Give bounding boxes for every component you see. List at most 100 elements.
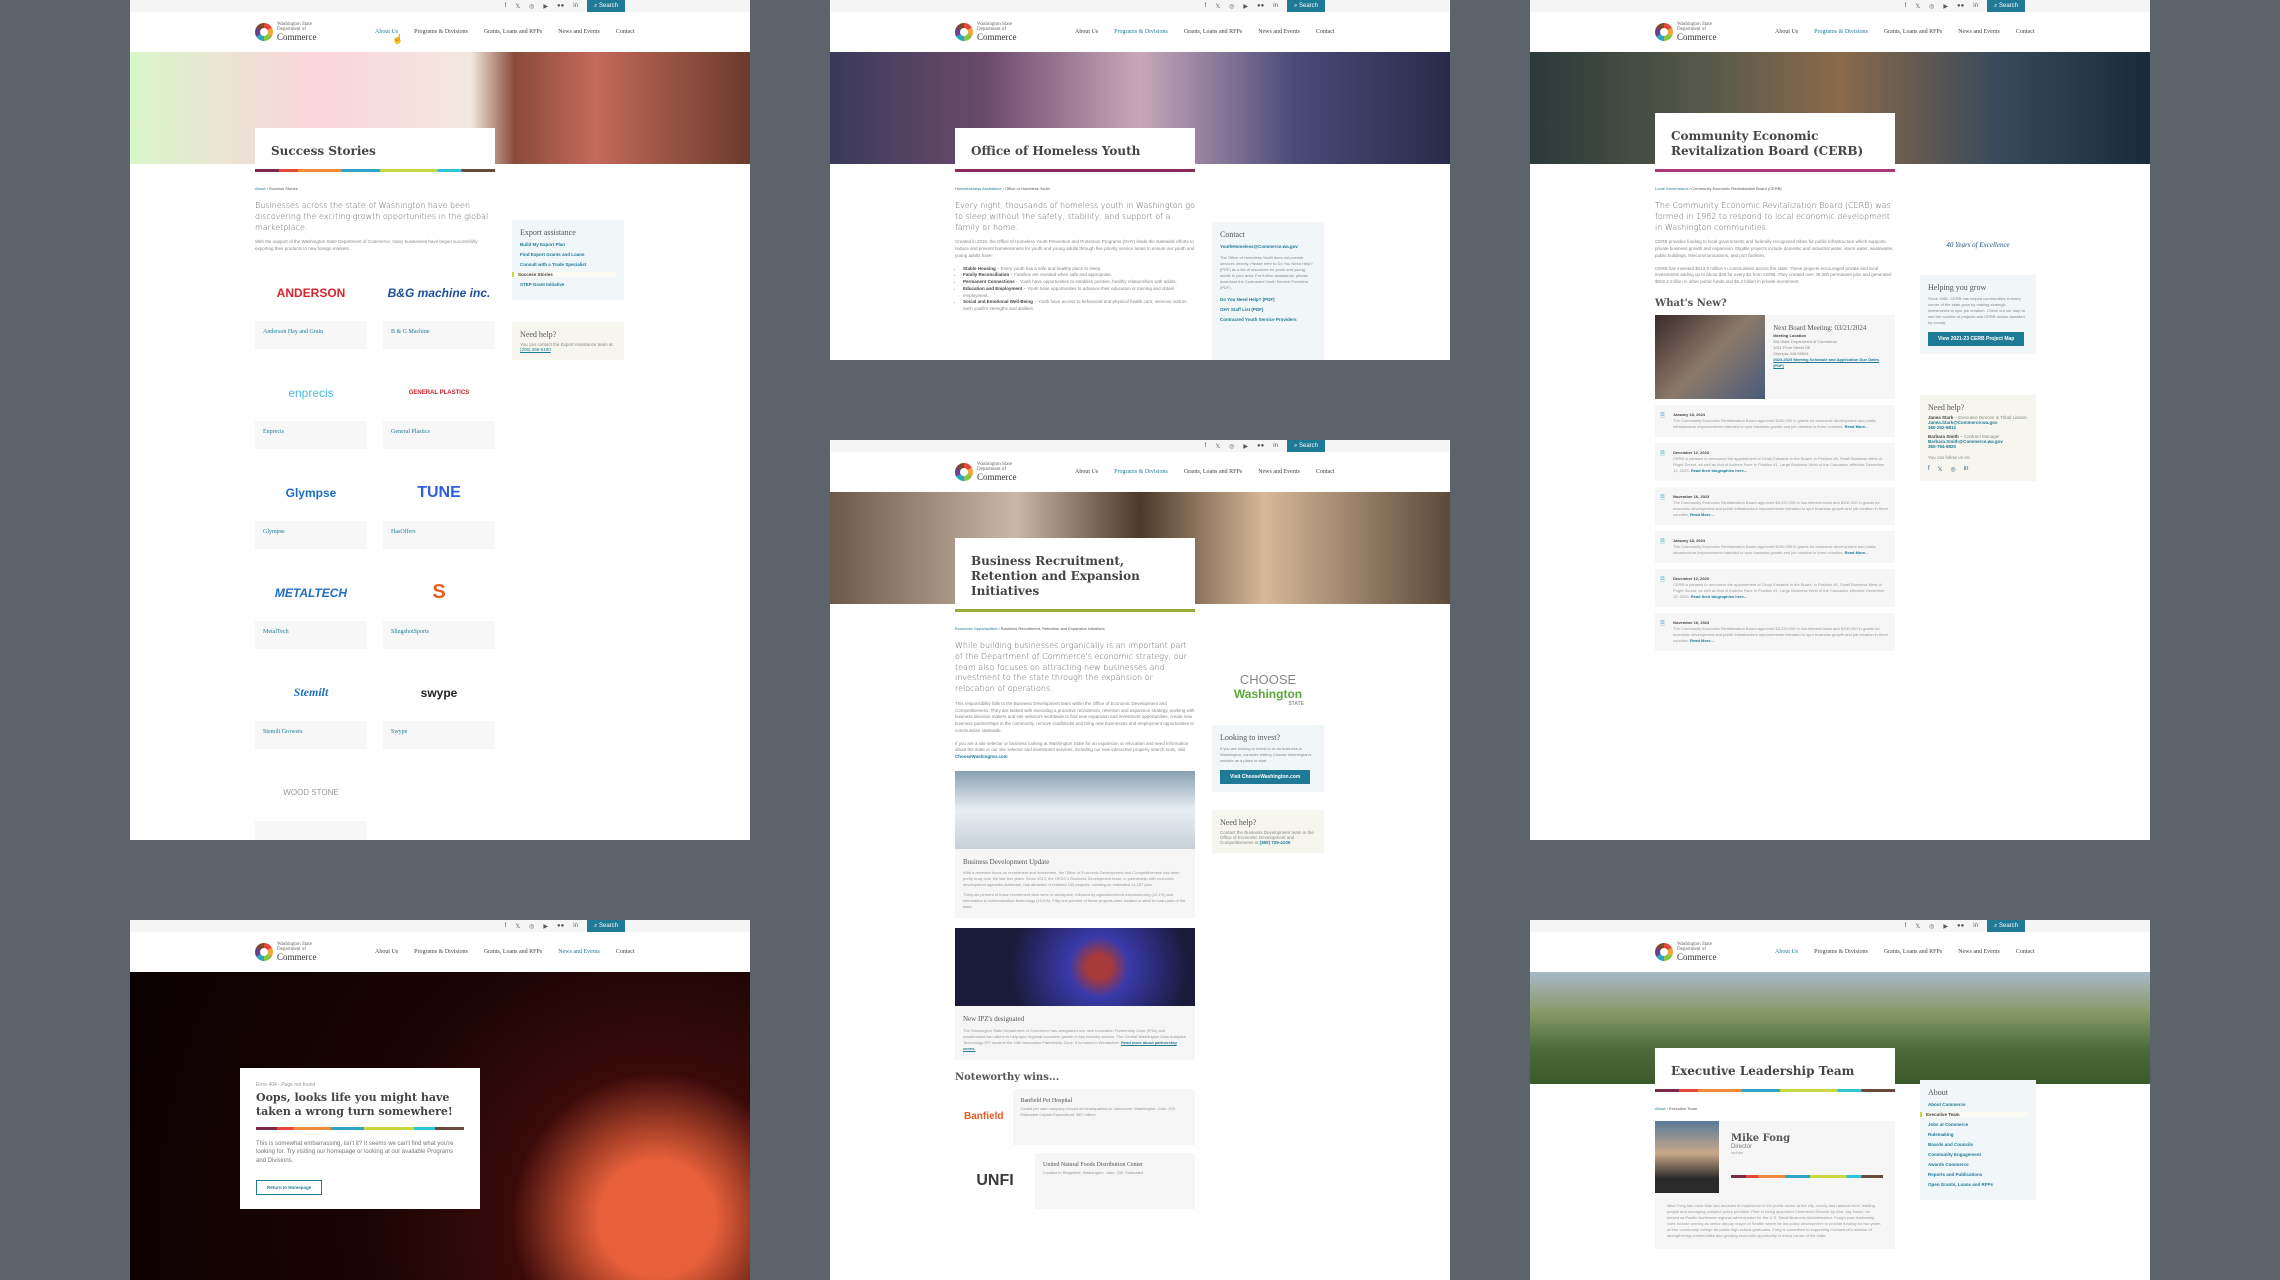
company-name[interactable]: Glympse bbox=[255, 521, 367, 549]
commerce-logo[interactable]: Washington State Department of Commerce bbox=[1655, 22, 1775, 43]
commerce-logo[interactable]: Washington State Department of Commerce bbox=[255, 942, 375, 963]
nav-news[interactable]: News and Events bbox=[558, 29, 600, 35]
facebook-icon[interactable]: f bbox=[1205, 3, 1207, 9]
nav-grants[interactable]: Grants, Loans and RFPs bbox=[1884, 29, 1942, 35]
x-icon[interactable]: 𝕏 bbox=[1915, 923, 1920, 930]
company-card[interactable]: Glympse Glympse bbox=[255, 464, 367, 549]
company-card[interactable]: B&G machine inc. B & G Machine bbox=[383, 264, 495, 349]
nav-about-us[interactable]: About Us bbox=[375, 949, 398, 955]
flickr-icon[interactable]: ●● bbox=[557, 3, 564, 9]
read-more-link[interactable]: Read their biographies here... bbox=[1691, 594, 1747, 599]
search-button[interactable]: ⌕ Search bbox=[586, 920, 625, 932]
breadcrumb-link[interactable]: About bbox=[1655, 1106, 1665, 1111]
help-phone-link[interactable]: (360) 725-4100 bbox=[1260, 840, 1291, 845]
x-icon[interactable]: 𝕏 bbox=[1938, 466, 1943, 473]
company-card[interactable]: METALTECH MetalTech bbox=[255, 564, 367, 649]
nav-programs[interactable]: Programs & Divisions bbox=[1814, 29, 1868, 35]
nav-programs[interactable]: Programs & Divisions bbox=[1814, 949, 1868, 955]
linkedin-icon[interactable]: in bbox=[1964, 466, 1969, 473]
youtube-icon[interactable]: ▶ bbox=[1943, 923, 1948, 930]
commerce-logo[interactable]: Washington State Department of Commerce bbox=[1655, 942, 1775, 963]
nav-news[interactable]: News and Events bbox=[1958, 949, 2000, 955]
company-name[interactable]: HasOffers bbox=[383, 521, 495, 549]
company-name[interactable]: Anderson Hay and Grain bbox=[255, 321, 367, 349]
breadcrumb-link[interactable]: About bbox=[255, 186, 265, 191]
nav-contact[interactable]: Contact bbox=[1316, 469, 1335, 475]
youtube-icon[interactable]: ▶ bbox=[1243, 3, 1248, 10]
x-icon[interactable]: 𝕏 bbox=[1215, 3, 1220, 10]
sidebar-link[interactable]: Jobs at Commerce bbox=[1928, 1122, 2028, 1127]
flickr-icon[interactable]: ●● bbox=[1957, 3, 1964, 9]
sidebar-link[interactable]: Consult with a Trade Specialist bbox=[520, 262, 616, 267]
commerce-logo[interactable]: Washington State Department of Commerce bbox=[955, 22, 1075, 43]
linkedin-icon[interactable]: in bbox=[1973, 923, 1978, 929]
commerce-logo[interactable]: Washington State Department of Commerce bbox=[255, 22, 375, 43]
nav-news[interactable]: News and Events bbox=[1258, 469, 1300, 475]
nav-programs[interactable]: Programs & Divisions bbox=[414, 949, 468, 955]
contact-email-link[interactable]: YouthHomeless@Commerce.wa.gov bbox=[1220, 244, 1316, 249]
youtube-icon[interactable]: ▶ bbox=[1943, 3, 1948, 10]
sidebar-link[interactable]: STEP Grant Initiative bbox=[520, 282, 616, 287]
nav-contact[interactable]: Contact bbox=[616, 29, 635, 35]
linkedin-icon[interactable]: in bbox=[1973, 3, 1978, 9]
instagram-icon[interactable]: ◎ bbox=[1951, 466, 1956, 473]
youtube-icon[interactable]: ▶ bbox=[543, 3, 548, 10]
sidebar-link[interactable]: Find Export Grants and Loans bbox=[520, 252, 616, 257]
flickr-icon[interactable]: ●● bbox=[557, 923, 564, 929]
instagram-icon[interactable]: ◎ bbox=[529, 3, 534, 10]
company-card[interactable]: ANDERSON Anderson Hay and Grain bbox=[255, 264, 367, 349]
facebook-icon[interactable]: f bbox=[505, 923, 507, 929]
nav-news[interactable]: News and Events bbox=[558, 949, 600, 955]
company-card[interactable]: enprecis Enprecis bbox=[255, 364, 367, 449]
nav-about-us[interactable]: About Us bbox=[1775, 29, 1798, 35]
visit-choose-washington-button[interactable]: Visit ChooseWashington.com bbox=[1220, 770, 1311, 784]
return-homepage-button[interactable]: Return to Homepage bbox=[256, 1179, 323, 1195]
breadcrumb-link[interactable]: Homelessness Assistance bbox=[955, 186, 1001, 191]
company-name[interactable] bbox=[255, 821, 367, 840]
facebook-icon[interactable]: f bbox=[1905, 923, 1907, 929]
flickr-icon[interactable]: ●● bbox=[1257, 443, 1264, 449]
read-more-link[interactable]: Read More... bbox=[1690, 512, 1714, 517]
nav-grants[interactable]: Grants, Loans and RFPs bbox=[1184, 469, 1242, 475]
nav-about-us[interactable]: About Us bbox=[1075, 29, 1098, 35]
linkedin-icon[interactable]: in bbox=[573, 923, 578, 929]
x-icon[interactable]: 𝕏 bbox=[515, 923, 520, 930]
company-card[interactable]: WOOD STONE bbox=[255, 764, 367, 840]
facebook-icon[interactable]: f bbox=[1205, 443, 1207, 449]
linkedin-icon[interactable]: in bbox=[1273, 443, 1278, 449]
facebook-icon[interactable]: f bbox=[1928, 466, 1930, 473]
sidebar-link[interactable]: Awards Commerce bbox=[1928, 1162, 2028, 1167]
breadcrumb-link[interactable]: Economic Opportunities bbox=[955, 626, 997, 631]
nav-grants[interactable]: Grants, Loans and RFPs bbox=[1884, 949, 1942, 955]
company-name[interactable]: Enprecis bbox=[255, 421, 367, 449]
nav-contact[interactable]: Contact bbox=[2016, 29, 2035, 35]
flickr-icon[interactable]: ●● bbox=[1957, 923, 1964, 929]
breadcrumb-link[interactable]: Local Government bbox=[1655, 186, 1688, 191]
company-name[interactable]: SlingshotSports bbox=[383, 621, 495, 649]
company-name[interactable]: Swype bbox=[383, 721, 495, 749]
instagram-icon[interactable]: ◎ bbox=[1229, 443, 1234, 450]
instagram-icon[interactable]: ◎ bbox=[529, 923, 534, 930]
help-phone-link[interactable]: (206) 256-6100 bbox=[520, 347, 551, 352]
company-name[interactable]: MetalTech bbox=[255, 621, 367, 649]
x-icon[interactable]: 𝕏 bbox=[515, 3, 520, 10]
read-more-link[interactable]: Read More... bbox=[1690, 638, 1714, 643]
youtube-icon[interactable]: ▶ bbox=[1243, 443, 1248, 450]
company-name[interactable]: B & G Machine bbox=[383, 321, 495, 349]
resource-link[interactable]: OHY Staff List (PDF) bbox=[1220, 307, 1316, 312]
company-card[interactable]: S SlingshotSports bbox=[383, 564, 495, 649]
x-icon[interactable]: 𝕏 bbox=[1915, 3, 1920, 10]
company-card[interactable]: GENERAL PLASTICS General Plastics bbox=[383, 364, 495, 449]
nav-news[interactable]: News and Events bbox=[1258, 29, 1300, 35]
nav-grants[interactable]: Grants, Loans and RFPs bbox=[1184, 29, 1242, 35]
nav-grants[interactable]: Grants, Loans and RFPs bbox=[484, 949, 542, 955]
resource-link[interactable]: Contracted Youth Service Providers bbox=[1220, 317, 1316, 322]
nav-contact[interactable]: Contact bbox=[1316, 29, 1335, 35]
sidebar-link-current[interactable]: Success Stories bbox=[512, 272, 616, 277]
contact-phone-link[interactable]: 360-252-6812 bbox=[1928, 425, 1956, 430]
company-card[interactable]: Stemilt Stemilt Growers bbox=[255, 664, 367, 749]
linkedin-icon[interactable]: in bbox=[1273, 3, 1278, 9]
sidebar-link[interactable]: Boards and Councils bbox=[1928, 1142, 2028, 1147]
nav-programs[interactable]: Programs & Divisions bbox=[414, 29, 468, 35]
company-card[interactable]: TUNE HasOffers bbox=[383, 464, 495, 549]
